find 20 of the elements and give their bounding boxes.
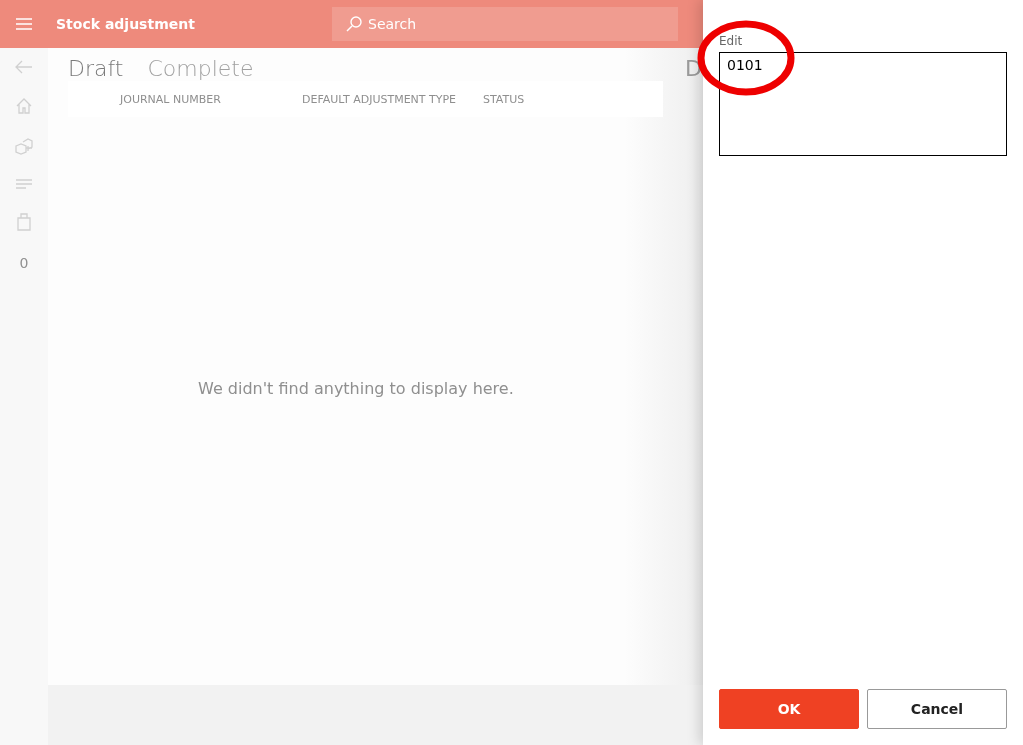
page-title: Stock adjustment [55,16,196,32]
home-icon[interactable] [16,98,32,114]
list-icon[interactable] [15,179,33,189]
ok-button[interactable]: OK [719,689,859,729]
empty-message: We didn't find anything to display here. [198,379,515,398]
column-header[interactable]: DEFAULT ADJUSTMENT TYPE [302,92,483,106]
tab[interactable]: Draft [68,56,124,81]
boxes-icon[interactable] [15,138,33,155]
tab[interactable]: Complete [147,56,254,81]
edit-field[interactable]: 0101 [719,52,1007,156]
field-label: Edit [719,34,744,48]
back-arrow-icon[interactable] [15,60,33,74]
cancel-button[interactable]: Cancel [867,689,1007,729]
menu-icon[interactable] [16,18,32,30]
bag-icon[interactable] [17,213,31,231]
search-icon [346,16,362,32]
cart-count[interactable]: 0 [19,255,29,271]
column-header[interactable]: STATUS [483,92,603,106]
search-field[interactable]: Search [332,7,678,41]
column-header[interactable]: JOURNAL NUMBER [120,92,302,106]
